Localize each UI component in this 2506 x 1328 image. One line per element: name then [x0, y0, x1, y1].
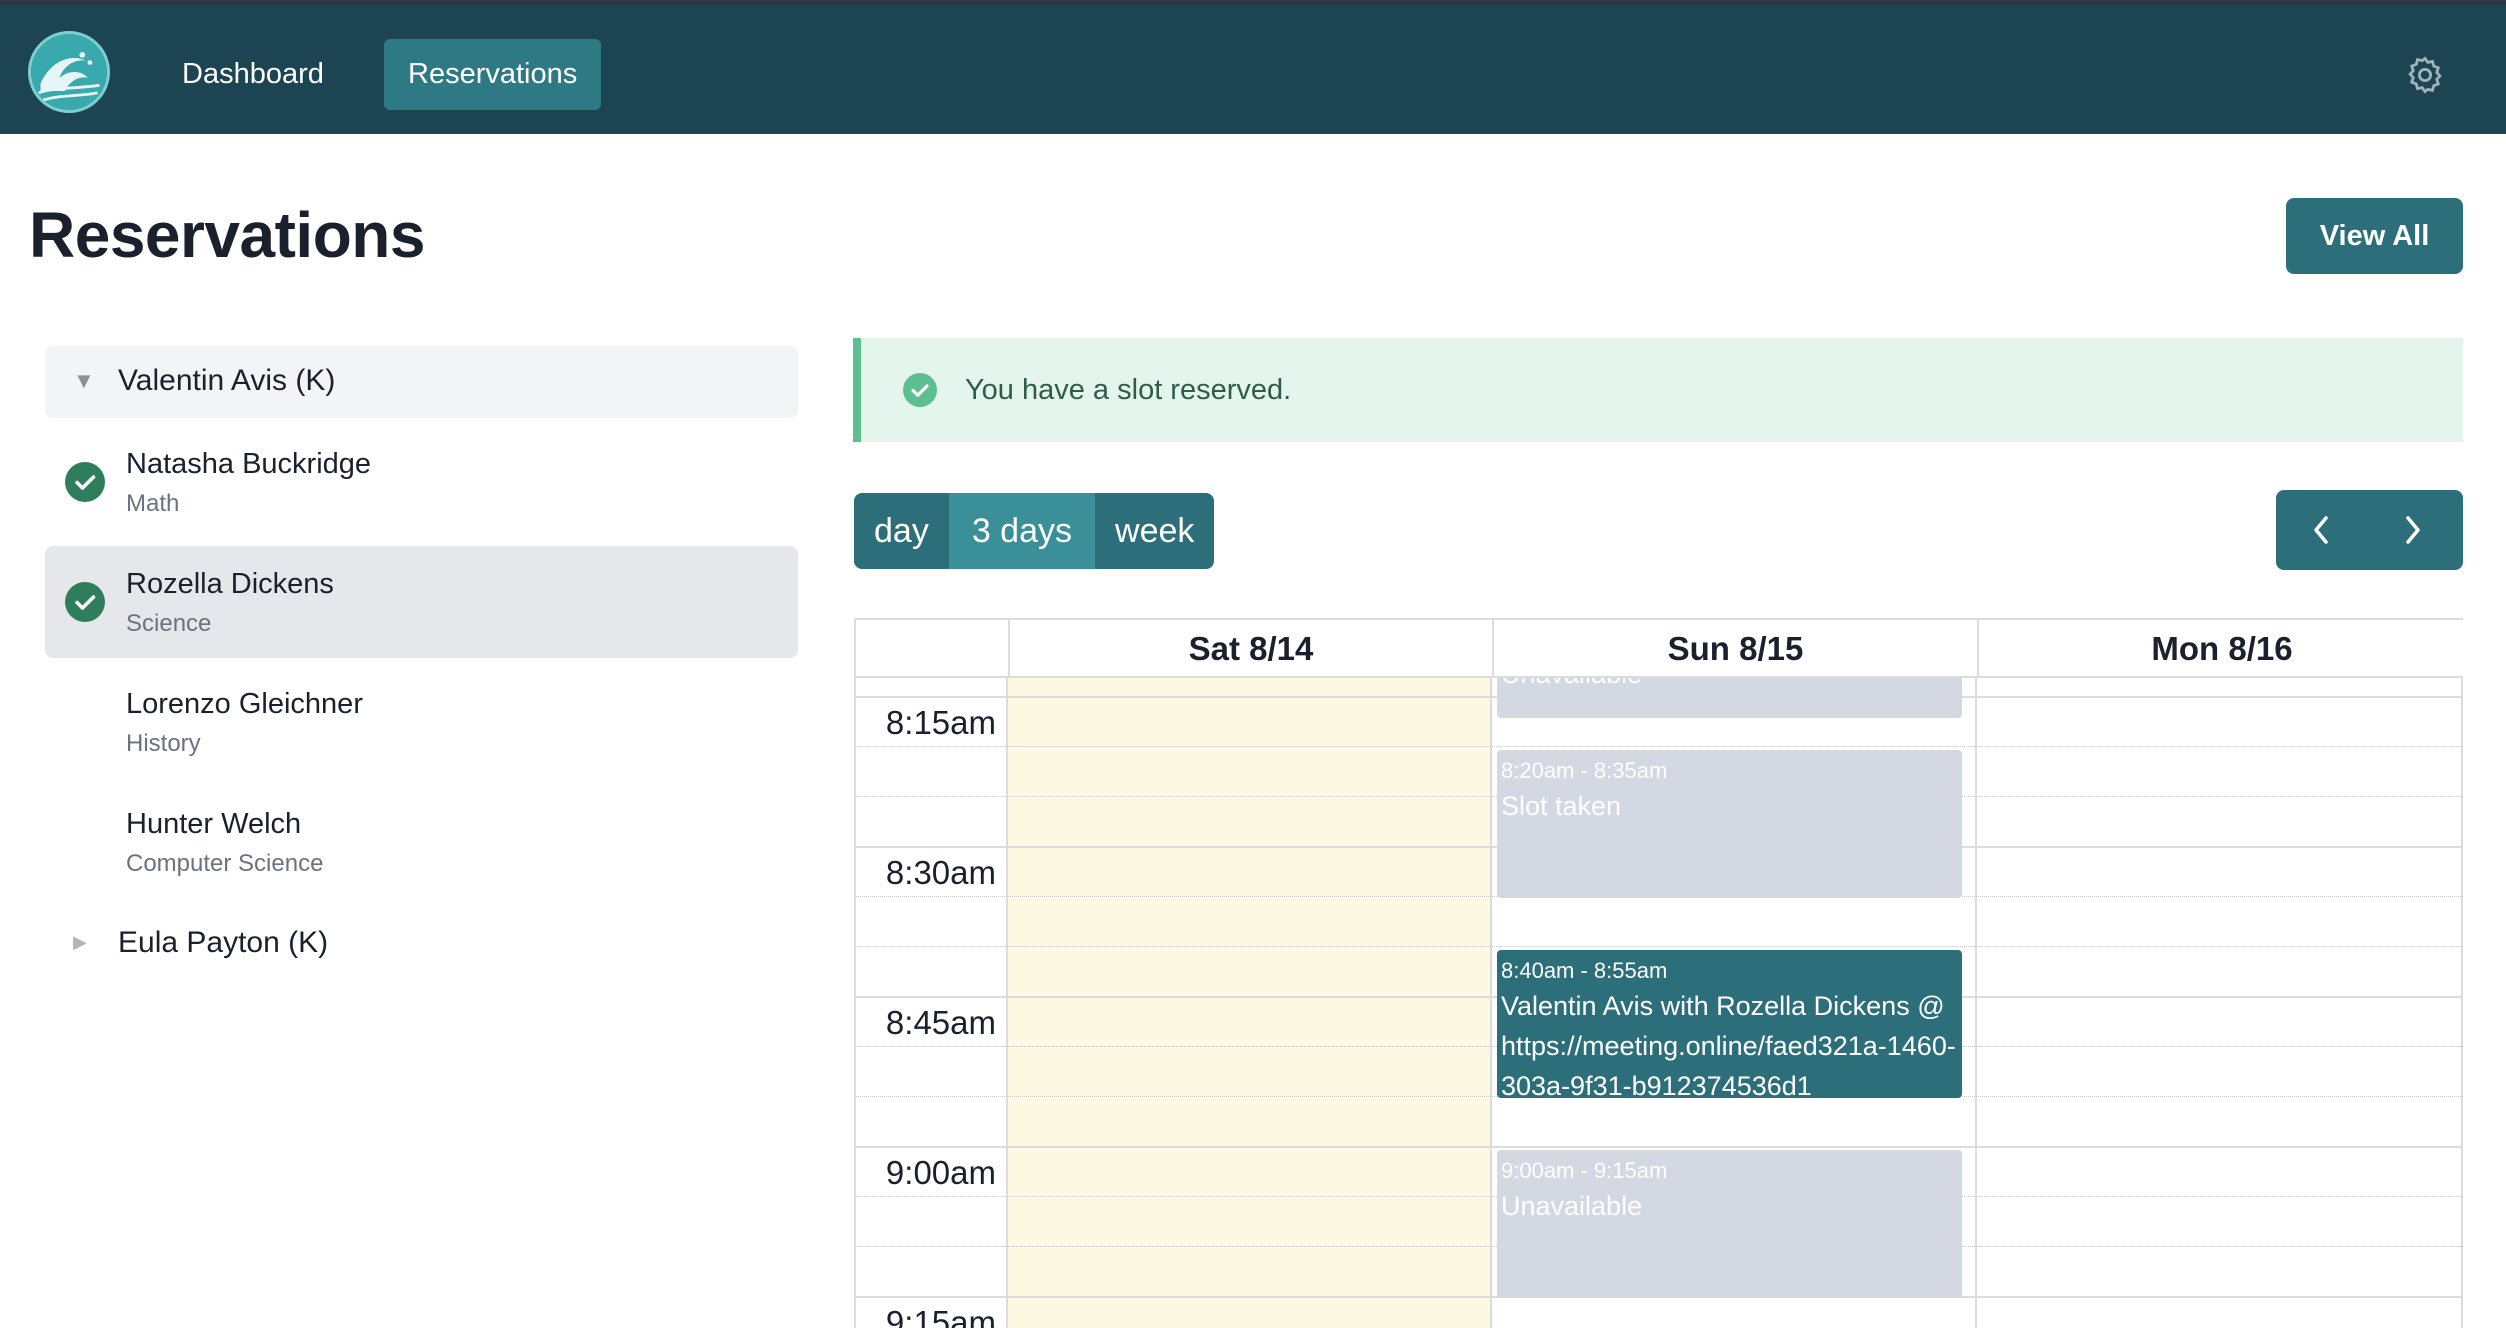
grid-slot-line — [856, 746, 2463, 747]
grid-column-line — [1006, 620, 1008, 1328]
student-group-label: Eula Payton (K) — [118, 926, 329, 959]
nav-dashboard-link[interactable]: Dashboard — [158, 39, 348, 110]
check-circle-icon — [65, 462, 105, 502]
success-alert: You have a slot reserved. — [853, 338, 2463, 442]
student-group-label: Valentin Avis (K) — [118, 364, 336, 397]
check-circle-icon — [65, 582, 105, 622]
teacher-subject: Science — [126, 610, 212, 637]
calendar-event-reserved[interactable]: 8:40am - 8:55am Valentin Avis with Rozel… — [1497, 950, 1962, 1098]
today-column-highlight — [1008, 678, 1492, 1328]
calendar-event-slot-taken[interactable]: 8:20am - 8:35am Slot taken — [1497, 750, 1962, 898]
page-title: Reservations — [29, 199, 425, 271]
teacher-subject: Computer Science — [126, 850, 324, 877]
student-group-eula[interactable]: ▶ Eula Payton (K) — [45, 908, 798, 980]
next-button[interactable] — [2368, 490, 2458, 570]
time-label: 8:30am — [856, 854, 998, 892]
teacher-item-lorenzo[interactable]: Lorenzo Gleichner History — [45, 666, 798, 778]
chevron-left-icon — [2314, 516, 2328, 544]
day-header-sat: Sat 8/14 — [1008, 620, 1492, 678]
student-sidebar: ▼ Valentin Avis (K) Natasha Buckridge Ma… — [45, 346, 798, 980]
grid-column-line — [1490, 620, 1492, 1328]
teacher-name: Rozella Dickens — [126, 568, 334, 600]
time-label: 9:15am — [856, 1304, 998, 1328]
teacher-name: Natasha Buckridge — [126, 448, 372, 480]
event-title: Slot taken — [1501, 791, 1622, 821]
check-circle-icon — [903, 373, 937, 407]
grid-column-line — [2461, 620, 2463, 1328]
calendar-view-toggle: day 3 days week — [854, 493, 1215, 569]
teacher-name: Hunter Welch — [126, 808, 302, 840]
gear-icon[interactable] — [2404, 54, 2446, 96]
calendar-pager — [2276, 490, 2463, 570]
teacher-item-natasha[interactable]: Natasha Buckridge Math — [45, 426, 798, 538]
nav-reservations-link[interactable]: Reservations — [384, 39, 602, 110]
triangle-right-icon: ▶ — [73, 932, 87, 952]
alert-message: You have a slot reserved. — [965, 374, 1292, 406]
view-3days-button[interactable]: 3 days — [948, 493, 1096, 569]
top-nav-bar: Dashboard Reservations — [0, 0, 2506, 134]
teacher-item-rozella[interactable]: Rozella Dickens Science — [45, 546, 798, 658]
grid-slot-line — [856, 1146, 2463, 1148]
event-title: Valentin Avis with Rozella Dickens @ htt… — [1501, 991, 1956, 1098]
event-time: 9:00am - 9:15am — [1501, 1158, 1668, 1183]
teacher-item-hunter[interactable]: Hunter Welch Computer Science — [45, 786, 798, 898]
event-title: Unavailable — [1501, 1191, 1643, 1221]
triangle-down-icon: ▼ — [73, 368, 95, 393]
grid-column-line — [1975, 620, 1977, 1328]
day-header-sun: Sun 8/15 — [1492, 620, 1977, 678]
prev-button[interactable] — [2276, 490, 2366, 570]
time-label: 8:45am — [856, 1004, 998, 1042]
time-label: 8:15am — [856, 704, 998, 742]
calendar-event-unavailable[interactable]: 9:00am - 9:15am Unavailable — [1497, 1150, 1962, 1298]
event-time: 8:20am - 8:35am — [1501, 758, 1668, 783]
calendar-header: Sat 8/14 Sun 8/15 Mon 8/16 — [856, 620, 2463, 678]
view-day-button[interactable]: day — [854, 493, 949, 569]
view-week-button[interactable]: week — [1095, 493, 1215, 569]
day-header-mon: Mon 8/16 — [1977, 620, 2463, 678]
view-all-button[interactable]: View All — [2286, 198, 2463, 274]
wave-logo-icon[interactable] — [28, 31, 110, 113]
event-time: 8:40am - 8:55am — [1501, 958, 1668, 983]
time-label: 9:00am — [856, 1154, 998, 1192]
teacher-name: Lorenzo Gleichner — [126, 688, 363, 720]
chevron-right-icon — [2406, 516, 2420, 544]
student-group-valentin[interactable]: ▼ Valentin Avis (K) — [45, 346, 798, 418]
teacher-subject: History — [126, 730, 201, 757]
grid-slot-line — [856, 946, 2463, 947]
teacher-subject: Math — [126, 490, 180, 517]
calendar-grid: Sat 8/14 Sun 8/15 Mon 8/16 8:15am 8:30am… — [854, 618, 2463, 1328]
